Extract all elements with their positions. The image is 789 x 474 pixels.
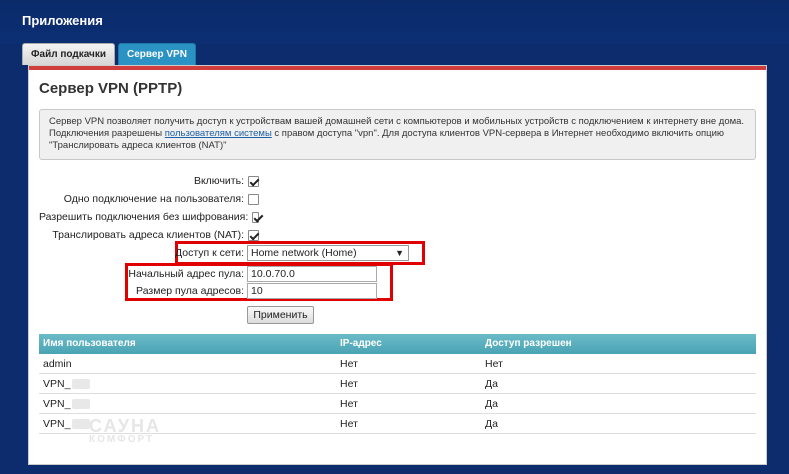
chevron-down-icon: ▼ <box>395 248 404 258</box>
tab-bar: Файл подкачки Сервер VPN <box>22 43 199 65</box>
cell-ip: Нет <box>340 358 358 370</box>
tab-vpn-server[interactable]: Сервер VPN <box>118 43 196 65</box>
tab-swap-file[interactable]: Файл подкачки <box>22 43 116 65</box>
nat-checkbox[interactable] <box>248 229 259 241</box>
cell-ip: Нет <box>340 418 358 430</box>
username-text: VPN_ <box>43 378 71 390</box>
username-text: VPN_ <box>43 398 71 410</box>
table-row[interactable]: VPN_ Нет Да <box>39 374 756 394</box>
pool-size-label: Размер пула адресов: <box>136 285 244 297</box>
cell-username: VPN_ <box>39 374 336 393</box>
cell-username: admin <box>43 358 72 370</box>
network-access-label: Доступ к сети: <box>175 247 244 259</box>
app-header: Приложения <box>0 0 789 44</box>
cell-ip: Нет <box>340 378 358 390</box>
apply-button[interactable]: Применить <box>247 306 314 324</box>
enable-row: Включить: <box>39 172 259 190</box>
pool-size-input[interactable]: 10 <box>247 283 377 299</box>
header-username: Имя пользователя <box>43 338 136 349</box>
redacted-mark <box>72 399 91 410</box>
cell-access: Да <box>485 398 498 410</box>
network-access-select[interactable]: Home network (Home) ▼ <box>247 245 409 261</box>
page-title: Сервер VPN (PPTP) <box>39 80 183 97</box>
redacted-mark <box>72 419 91 430</box>
no-encryption-checkbox[interactable] <box>252 211 259 223</box>
no-encryption-row: Разрешить подключения без шифрования: <box>39 208 259 226</box>
header-access-allowed: Доступ разрешен <box>485 338 572 349</box>
cell-ip: Нет <box>340 398 358 410</box>
single-connection-label: Одно подключение на пользователя: <box>63 193 244 205</box>
panel-accent-bar <box>29 66 766 70</box>
redacted-mark <box>72 379 91 390</box>
single-connection-checkbox[interactable] <box>248 193 259 205</box>
enable-checkbox[interactable] <box>248 175 259 187</box>
cell-username: VPN_ <box>39 394 336 413</box>
app-title: Приложения <box>22 13 103 28</box>
nat-label: Транслировать адреса клиентов (NAT): <box>52 229 244 241</box>
cell-username: VPN_ <box>39 414 336 433</box>
info-box: Сервер VPN позволяет получить доступ к у… <box>39 109 756 160</box>
enable-label: Включить: <box>193 175 244 187</box>
username-text: VPN_ <box>43 418 71 430</box>
watermark: САУНА КОМФОРТ <box>89 416 161 445</box>
vpn-server-panel: Сервер VPN (PPTP) Сервер VPN позволяет п… <box>28 65 767 465</box>
system-users-link[interactable]: пользователям системы <box>165 128 272 139</box>
network-access-value: Home network (Home) <box>251 247 357 259</box>
pool-start-label: Начальный адрес пула: <box>128 268 244 280</box>
table-row[interactable]: VPN_ Нет Да <box>39 394 756 414</box>
pool-start-row: Начальный адрес пула: 10.0.70.0 <box>39 265 409 283</box>
pool-start-input[interactable]: 10.0.70.0 <box>247 266 377 282</box>
single-connection-row: Одно подключение на пользователя: <box>39 190 259 208</box>
cell-access: Да <box>485 418 498 430</box>
table-header: Имя пользователя IP-адрес Доступ разреше… <box>39 334 756 354</box>
pool-size-row: Размер пула адресов: 10 <box>39 282 409 300</box>
table-row[interactable]: admin Нет Нет <box>39 354 756 374</box>
network-access-row: Доступ к сети: Home network (Home) ▼ <box>39 244 409 262</box>
watermark-line2: КОМФОРТ <box>89 434 155 445</box>
header-ip-address: IP-адрес <box>340 338 382 349</box>
no-encryption-label: Разрешить подключения без шифрования: <box>39 211 249 223</box>
cell-access: Нет <box>485 358 503 370</box>
cell-access: Да <box>485 378 498 390</box>
